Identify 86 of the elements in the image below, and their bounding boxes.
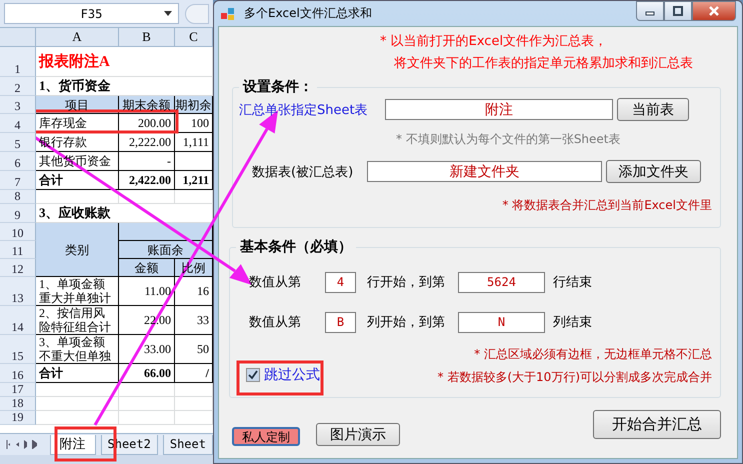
table-cell: 账面余: [119, 241, 213, 259]
row-number[interactable]: 16: [0, 364, 36, 383]
row-number[interactable]: 4: [0, 114, 36, 133]
row-number[interactable]: 17: [0, 383, 36, 397]
group-title: 设置条件：: [242, 78, 314, 96]
table-cell: 合计: [36, 364, 119, 383]
close-button[interactable]: [692, 1, 736, 21]
row-number[interactable]: 9: [0, 204, 36, 223]
field-label: 汇总单张指定Sheet表: [239, 102, 369, 118]
column-header[interactable]: B: [119, 28, 175, 46]
row-number[interactable]: 10: [0, 223, 36, 241]
end-field[interactable]: N: [458, 312, 545, 332]
previous-sheet-icon[interactable]: [15, 440, 19, 449]
custom-button[interactable]: 私人定制: [232, 427, 300, 446]
field-label: 行开始，到第: [367, 274, 446, 291]
field-label: 列结束: [553, 314, 592, 331]
app-icon: [220, 6, 236, 22]
hint-text: * 不填则默认为每个文件的第一张Sheet表: [396, 131, 621, 148]
note-text: * 将数据表合并汇总到当前Excel文件里: [502, 197, 712, 214]
row-number[interactable]: 5: [0, 133, 36, 152]
field-label: 数据表(被汇总表): [251, 164, 354, 180]
last-sheet-icon[interactable]: [32, 440, 36, 449]
checkbox-label[interactable]: 跳过公式: [264, 366, 320, 384]
current-sheet-button[interactable]: 当前表: [617, 98, 689, 121]
instruction-text: * 以当前打开的Excel文件作为汇总表，: [380, 33, 608, 51]
sheet-tab[interactable]: 附注: [50, 434, 96, 454]
start-field[interactable]: B: [325, 312, 356, 332]
start-merge-button[interactable]: 开始合并汇总: [593, 410, 721, 439]
table-cell: -: [119, 152, 175, 171]
row-number[interactable]: 3: [0, 96, 36, 114]
table-cell: 2、按信用风险特征组合计: [36, 306, 119, 335]
table-cell: 66.00: [119, 364, 175, 383]
table-cell: 期初余: [175, 96, 213, 114]
maximize-button[interactable]: [664, 1, 692, 21]
row-number[interactable]: 2: [0, 77, 36, 96]
table-cell: 33.00: [119, 335, 175, 364]
note-text: * 若数据较多(大于10万行)可以分割成多次完成合并: [438, 369, 712, 386]
sheet-name-field[interactable]: 附注: [385, 99, 613, 120]
window-title: 多个Excel文件汇总求和: [244, 5, 372, 22]
table-cell: [119, 397, 175, 411]
sheet-tab[interactable]: Sheet: [162, 434, 213, 454]
checkbox[interactable]: [246, 368, 260, 382]
add-folder-button[interactable]: 添加文件夹: [606, 160, 701, 183]
column-header[interactable]: A: [36, 28, 119, 46]
row-number[interactable]: 7: [0, 171, 36, 190]
field-label: 行结束: [553, 274, 592, 291]
next-sheet-icon[interactable]: [24, 440, 28, 449]
row-number[interactable]: 13: [0, 277, 36, 306]
table-cell: [119, 190, 175, 204]
group-title: 基本条件（必填）: [239, 238, 353, 256]
minimize-button[interactable]: [636, 1, 664, 21]
close-icon: [708, 6, 720, 16]
folder-field[interactable]: 新建文件夹: [367, 161, 602, 182]
first-sheet-icon[interactable]: [6, 440, 10, 449]
table-cell: 金额: [119, 259, 175, 277]
dropdown-icon: [164, 11, 172, 16]
table-cell: 库存现金: [36, 114, 119, 133]
row-number[interactable]: 14: [0, 306, 36, 335]
row-number[interactable]: 6: [0, 152, 36, 171]
demo-button[interactable]: 图片演示: [316, 423, 400, 446]
table-cell: 11.00: [119, 277, 175, 306]
end-field[interactable]: 5624: [458, 272, 545, 292]
table-cell: 3、单项金额不重大但单独: [36, 335, 119, 364]
note-text: * 汇总区域必须有边框，无边框单元格不汇总: [474, 346, 712, 363]
table-cell: 2,222.00: [119, 133, 175, 152]
field-label: 数值从第: [248, 274, 302, 291]
table-cell: [119, 383, 175, 397]
row-number[interactable]: 18: [0, 397, 36, 411]
table-cell: 200.00: [119, 114, 175, 133]
row-number[interactable]: 11: [0, 241, 36, 259]
maximize-icon: [673, 6, 683, 16]
table-cell: 2,422.00: [119, 171, 175, 190]
row-number[interactable]: 1: [0, 47, 36, 77]
table-cell: 1、单项金额重大并单独计: [36, 277, 119, 306]
row-number[interactable]: 8: [0, 190, 36, 204]
table-cell: [119, 411, 175, 425]
instruction-text: 将文件夹下的工作表的指定单元格累加求和到汇总表: [393, 55, 694, 73]
start-field[interactable]: 4: [325, 272, 356, 292]
row-number[interactable]: 15: [0, 335, 36, 364]
row-number[interactable]: 12: [0, 259, 36, 277]
table-cell: 合计: [36, 171, 119, 190]
field-label: 数值从第: [248, 314, 302, 331]
row-number[interactable]: 19: [0, 411, 36, 425]
name-box[interactable]: F35: [4, 3, 179, 24]
table-cell: 类别: [36, 223, 119, 277]
field-label: 列开始，到第: [367, 314, 446, 331]
